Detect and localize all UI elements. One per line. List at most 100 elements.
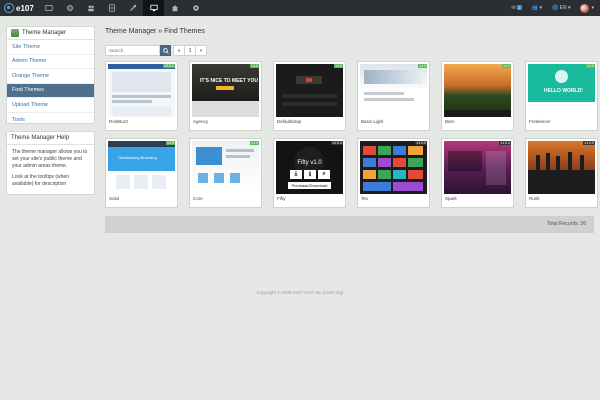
theme-thumbnail[interactable] [276,64,343,117]
theme-name: Defaultstrap [277,119,302,124]
theme-thumbnail[interactable]: IT'S NICE TO MEET YOU [192,64,259,117]
help-header: Theme Manager Help [7,132,94,145]
user-menu[interactable]: 👥 ▾ [532,5,542,11]
tools-icon[interactable] [122,0,143,16]
version-badge: v1.0.0 [499,141,511,145]
appearance-icon[interactable] [143,0,164,16]
version-badge: v1.0 [418,64,427,68]
theme-name: Freelancer [529,119,551,124]
theme-card-freelancer[interactable]: HELLO WORLD! v1.0 Freelancer [525,61,598,131]
theme-name: Core [193,196,203,201]
search-button[interactable] [160,45,171,56]
version-badge: v1.0 [250,64,259,68]
theme-card-bam[interactable]: v1.0 Barn [441,61,514,131]
page-title: Theme Manager » Find Themes [105,28,205,35]
search-icon [162,47,169,54]
overlay-actions: ⤓ ℹ ⌕ [290,170,330,179]
admin-nav [38,0,206,16]
version-badge: v1.0.0 [583,141,595,145]
theme-thumbnail[interactable] [528,141,595,194]
search-toolbar: « 1 » [105,45,207,56]
theme-thumbnail[interactable] [444,64,511,117]
theme-name: Rush [529,196,540,201]
help-panel: Theme Manager Help The theme manager all… [6,131,95,195]
top-navbar: e107 ✉ 1 👥 ▾ 🌐 EN ▾ ▾ [0,0,600,16]
globe-icon: 🌐 [552,5,559,11]
download-icon[interactable]: ⤓ [290,170,302,179]
theme-thumbnail[interactable] [360,64,427,117]
mail-indicator[interactable]: ✉ 1 [511,5,522,11]
sidebar-item-admin-theme[interactable]: Admin Theme [7,55,94,69]
footer-copyright: Copyright © 2008-2017 e107 Inc (e107.org… [256,290,344,295]
version-badge: v1.0 [334,64,343,68]
theme-name: Spark [445,196,457,201]
sidebar-item-orange-theme[interactable]: Orange Theme [7,69,94,84]
users-icon[interactable] [80,0,101,16]
user-icon: 👥 [531,5,539,11]
theme-name: Agency [193,119,209,124]
home-icon[interactable] [164,0,185,16]
mail-badge: 1 [516,5,522,10]
language-menu[interactable]: 🌐 EN ▾ [552,5,570,11]
avatar [580,3,590,13]
version-badge: v1.0 [586,64,595,68]
search-input[interactable] [105,45,160,56]
overlay-title: Fifty v1.0 [297,160,322,166]
version-badge: v2.0.1 [163,64,175,68]
pagination: « 1 » [173,45,207,56]
theme-thumbnail[interactable] [108,64,175,117]
dashboard-icon[interactable] [38,0,59,16]
purchase-download-button[interactable]: Purchase/Download [288,182,331,189]
e107-logo[interactable]: e107 [4,2,34,14]
theme-card-fifty[interactable]: Fifty v1.0 ⤓ ℹ ⌕ Purchase/Download v1.0.… [273,138,346,208]
theme-card-agency[interactable]: IT'S NICE TO MEET YOU v1.0 Agency [189,61,262,131]
theme-thumbnail[interactable]: Outstanding Branding [108,141,175,194]
version-badge: v1.0.0 [331,141,343,145]
content-icon[interactable] [101,0,122,16]
theme-thumbnail[interactable] [192,141,259,194]
profile-menu[interactable]: ▾ [580,3,594,13]
version-badge: v1.0 [250,141,259,145]
theme-name: RoleBuzz [109,119,129,124]
theme-card-defaultstrap[interactable]: v1.0 Defaultstrap [273,61,346,131]
sidebar-item-site-theme[interactable]: Site Theme [7,40,94,55]
info-icon[interactable]: ℹ [304,170,316,179]
total-records: Total Records: 36 [547,221,586,227]
version-badge: v1.0 [166,141,175,145]
theme-card-rolebuzz[interactable]: v2.0.1 RoleBuzz [105,61,178,131]
brand-name: e107 [16,3,34,13]
pager-next-button[interactable]: » [195,45,207,56]
version-badge: v1.0 [502,64,511,68]
theme-name: Tex [361,196,369,201]
theme-card-tex[interactable]: v1.0.0 Tex [357,138,430,208]
settings-icon[interactable] [59,0,80,16]
e107-logo-icon [4,3,14,13]
theme-name: Barn [445,119,455,124]
theme-thumbnail[interactable] [444,141,511,194]
plugin-icon[interactable] [185,0,206,16]
help-paragraph-2: Look at the tooltips (when available) fo… [12,174,69,187]
theme-manager-menu: Theme Manager Site Theme Admin Theme Ora… [6,26,95,124]
theme-thumbnail[interactable] [360,141,427,194]
theme-manager-icon [11,29,19,37]
theme-manager-title: Theme Manager [22,30,67,36]
mail-icon: ✉ [511,5,516,11]
theme-card-rush[interactable]: v1.0.0 Rush [525,138,598,208]
help-body: The theme manager allows you to set your… [7,145,94,196]
sidebar-item-tools[interactable]: Tools [7,113,94,128]
help-paragraph-1: The theme manager allows you to set your… [12,149,88,169]
theme-card-solid[interactable]: Outstanding Branding v1.0 Solid [105,138,178,208]
preview-search-icon[interactable]: ⌕ [318,170,330,179]
sidebar-item-upload-theme[interactable]: Upload Theme [7,98,94,113]
theme-name: Basic-Light [361,119,384,124]
theme-card-spark[interactable]: v1.0.0 Spark [441,138,514,208]
theme-card-core[interactable]: v1.0 Core [189,138,262,208]
theme-hover-overlay: Fifty v1.0 ⤓ ℹ ⌕ Purchase/Download [276,141,343,194]
theme-manager-header: Theme Manager [7,27,94,40]
theme-thumbnail[interactable]: HELLO WORLD! [528,64,595,117]
help-title: Theme Manager Help [11,135,70,141]
sidebar-item-find-themes[interactable]: Find Themes [7,83,94,98]
version-badge: v1.0.0 [415,141,427,145]
theme-card-basic-light[interactable]: v1.0 Basic-Light [357,61,430,131]
theme-name: Fifty [277,196,286,201]
